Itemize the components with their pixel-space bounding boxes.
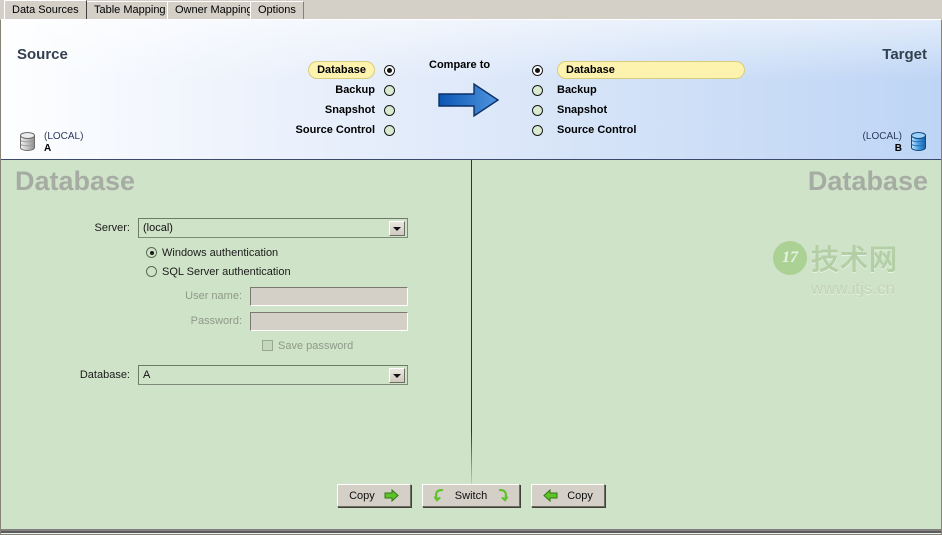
tab-data-sources[interactable]: Data Sources bbox=[4, 0, 87, 19]
source-password-input[interactable] bbox=[250, 311, 408, 331]
source-option-database-label: Database bbox=[308, 61, 375, 79]
arrow-right-green-icon bbox=[384, 488, 399, 503]
target-connection-panel: Database Server: (local) Windows authent… bbox=[472, 160, 941, 480]
swap-right-green-icon bbox=[496, 488, 509, 502]
source-database-combo[interactable]: A bbox=[138, 365, 408, 385]
source-heading: Source bbox=[17, 46, 68, 63]
target-option-source-control[interactable]: Source Control bbox=[532, 120, 792, 140]
target-database-name: B bbox=[894, 143, 902, 154]
database-compare-window: Data Sources Table Mapping Owner Mapping… bbox=[0, 0, 942, 535]
tab-options[interactable]: Options bbox=[250, 1, 304, 19]
source-option-database[interactable]: Database bbox=[165, 60, 395, 80]
action-button-bar: Copy Switch Copy bbox=[1, 484, 941, 507]
source-option-backup[interactable]: Backup bbox=[165, 80, 395, 100]
source-windows-auth-label: Windows authentication bbox=[162, 246, 279, 259]
source-server-value: (local) bbox=[143, 222, 173, 234]
compare-to-label: Compare to bbox=[429, 59, 491, 71]
target-option-database-radio[interactable] bbox=[532, 64, 543, 76]
source-option-source-control-label: Source Control bbox=[295, 124, 375, 136]
compare-direction-arrow-icon bbox=[438, 82, 500, 121]
source-sql-auth-option[interactable]: SQL Server authentication bbox=[146, 262, 408, 281]
source-connection-panel: Database Server: (local) Windows authent… bbox=[1, 160, 471, 480]
target-option-snapshot[interactable]: Snapshot bbox=[532, 100, 792, 120]
source-database-icon bbox=[19, 131, 36, 155]
chevron-down-icon[interactable] bbox=[389, 368, 405, 383]
target-option-source-control-label: Source Control bbox=[557, 124, 637, 136]
source-server-label: Server: bbox=[94, 222, 130, 234]
target-option-snapshot-label: Snapshot bbox=[557, 104, 608, 116]
source-server-combo[interactable]: (local) bbox=[138, 218, 408, 238]
source-server-row: Server: (local) bbox=[15, 218, 408, 238]
source-database-row: Database: A bbox=[15, 365, 408, 385]
source-option-snapshot[interactable]: Snapshot bbox=[165, 100, 395, 120]
source-option-database-radio[interactable] bbox=[384, 64, 395, 76]
target-endpoint-text: (LOCAL) B bbox=[863, 131, 902, 155]
target-option-backup-radio[interactable] bbox=[532, 84, 543, 96]
source-connection-form: Server: (local) Windows authentication S… bbox=[15, 218, 408, 390]
switch-button[interactable]: Switch bbox=[421, 484, 521, 507]
target-option-source-control-radio[interactable] bbox=[532, 124, 543, 136]
source-database-value: A bbox=[143, 369, 151, 381]
switch-button-label: Switch bbox=[454, 489, 488, 502]
target-option-snapshot-radio[interactable] bbox=[532, 104, 543, 116]
source-save-password-label: Save password bbox=[278, 339, 354, 352]
source-database-name: A bbox=[44, 143, 52, 154]
source-option-snapshot-label: Snapshot bbox=[324, 104, 375, 116]
source-option-backup-label: Backup bbox=[335, 84, 375, 96]
source-endpoint-text: (LOCAL) A bbox=[44, 131, 83, 155]
target-database-icon bbox=[910, 131, 927, 155]
source-windows-auth-radio[interactable] bbox=[146, 247, 157, 258]
arrow-left-green-icon bbox=[543, 488, 558, 503]
source-username-label: User name: bbox=[185, 290, 242, 302]
copy-right-button-label: Copy bbox=[349, 489, 375, 502]
tab-page-data-sources: Source Target Database Backup Snapshot S… bbox=[0, 19, 942, 535]
source-target-header: Source Target Database Backup Snapshot S… bbox=[1, 20, 941, 160]
chevron-down-icon[interactable] bbox=[389, 221, 405, 236]
source-endpoint-summary: (LOCAL) A bbox=[19, 131, 83, 155]
source-option-snapshot-radio[interactable] bbox=[384, 104, 395, 116]
copy-left-button-label: Copy bbox=[567, 489, 593, 502]
source-sql-auth-radio[interactable] bbox=[146, 266, 157, 277]
tab-table-mapping[interactable]: Table Mapping bbox=[86, 1, 174, 19]
source-sql-auth-label: SQL Server authentication bbox=[162, 265, 291, 278]
target-endpoint-summary: (LOCAL) B bbox=[863, 131, 927, 155]
source-type-radio-group: Database Backup Snapshot Source Control bbox=[165, 60, 395, 140]
source-panel-title: Database bbox=[15, 166, 136, 196]
target-server-name: (LOCAL) bbox=[862, 131, 902, 142]
window-bottom-edge bbox=[1, 529, 941, 534]
copy-left-button[interactable]: Copy bbox=[531, 484, 605, 507]
target-type-radio-group: Database Backup Snapshot Source Control bbox=[532, 60, 792, 140]
source-option-backup-radio[interactable] bbox=[384, 84, 395, 96]
tab-owner-mapping[interactable]: Owner Mapping bbox=[167, 1, 261, 19]
source-option-source-control-radio[interactable] bbox=[384, 124, 395, 136]
source-username-row: User name: bbox=[15, 286, 408, 306]
connection-panels: 17 技术网 www.itjs.cn Database Server: (loc… bbox=[1, 160, 941, 534]
source-save-password-checkbox[interactable] bbox=[262, 340, 273, 351]
target-heading: Target bbox=[882, 46, 927, 63]
source-password-label: Password: bbox=[190, 315, 242, 327]
target-option-backup[interactable]: Backup bbox=[532, 80, 792, 100]
header-gloss bbox=[1, 20, 941, 80]
target-panel-title: Database bbox=[807, 166, 928, 196]
source-windows-auth-option[interactable]: Windows authentication bbox=[146, 243, 408, 262]
copy-right-button[interactable]: Copy bbox=[337, 484, 411, 507]
source-database-label: Database: bbox=[79, 369, 130, 381]
target-option-backup-label: Backup bbox=[557, 84, 597, 96]
source-username-input[interactable] bbox=[250, 286, 408, 306]
target-option-database[interactable]: Database bbox=[532, 60, 792, 80]
source-password-row: Password: bbox=[15, 311, 408, 331]
source-server-name: (LOCAL) bbox=[44, 131, 84, 142]
swap-left-green-icon bbox=[433, 488, 446, 502]
target-option-database-label: Database bbox=[557, 61, 745, 79]
tab-bar: Data Sources Table Mapping Owner Mapping… bbox=[0, 0, 942, 19]
source-option-source-control[interactable]: Source Control bbox=[165, 120, 395, 140]
source-save-password-option[interactable]: Save password bbox=[262, 336, 408, 355]
